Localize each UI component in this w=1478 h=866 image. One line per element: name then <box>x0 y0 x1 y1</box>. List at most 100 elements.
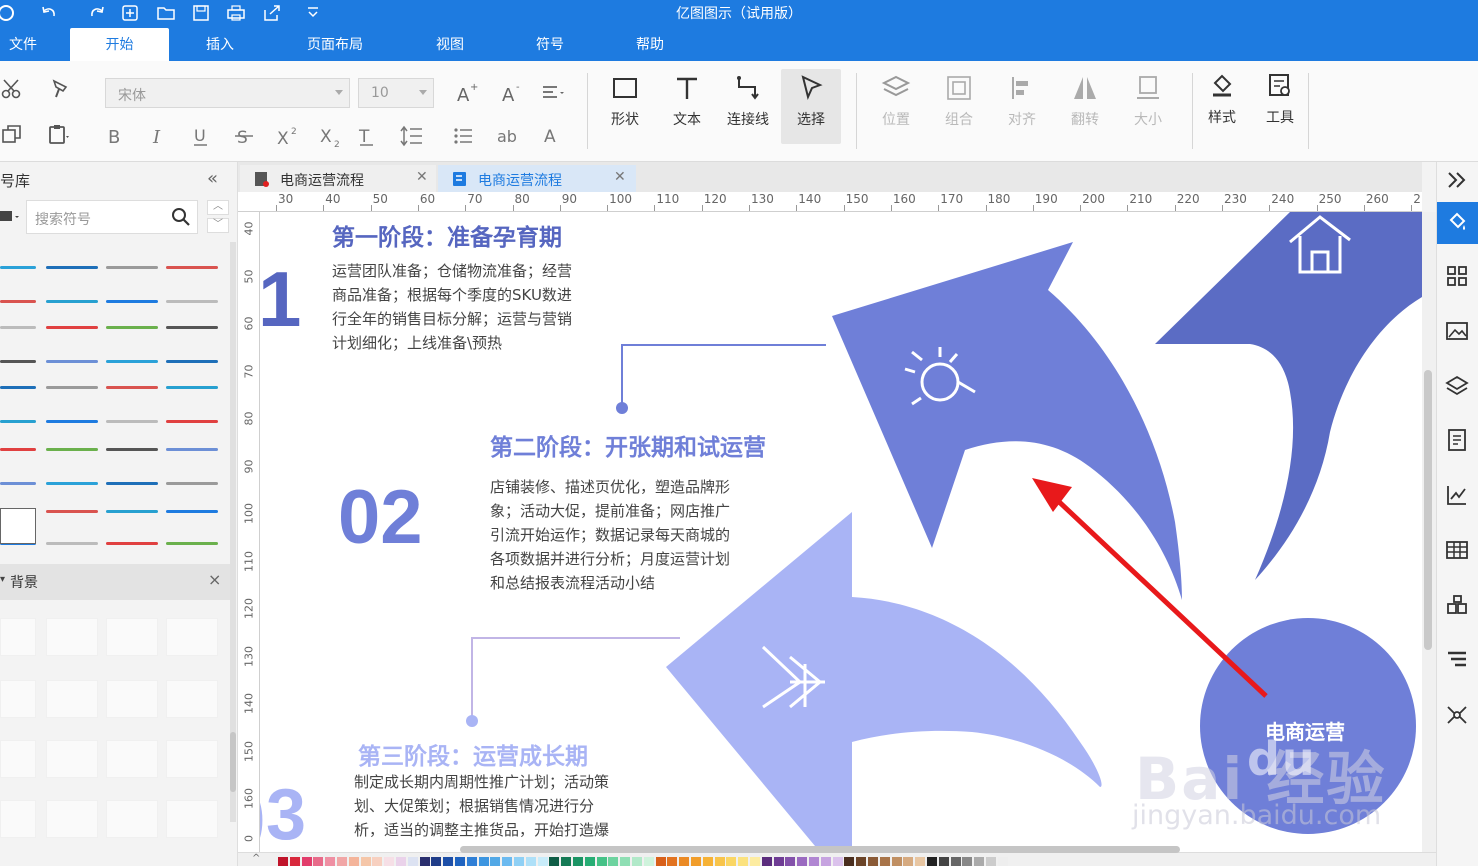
mindmap-icon[interactable] <box>1445 703 1471 729</box>
line-shape-thumbnail[interactable] <box>106 510 158 513</box>
color-swatch[interactable] <box>360 857 371 866</box>
line-shape-thumbnail[interactable] <box>106 326 158 329</box>
font-color-icon[interactable]: A <box>541 124 565 148</box>
background-thumbnail[interactable] <box>0 740 36 778</box>
color-swatch[interactable] <box>431 857 442 866</box>
color-swatch[interactable] <box>927 857 937 866</box>
line-shape-thumbnail[interactable] <box>166 448 218 451</box>
background-section-header[interactable]: ▾ 背景 × <box>0 564 230 600</box>
line-shape-thumbnail[interactable] <box>46 326 98 329</box>
color-swatch[interactable] <box>514 857 524 866</box>
font-family-select[interactable]: 宋体 <box>105 78 350 108</box>
text-tool-button[interactable]: 文本 <box>659 69 715 144</box>
line-shape-thumbnail[interactable] <box>46 510 98 513</box>
line-shape-thumbnail[interactable] <box>46 266 98 269</box>
color-swatch[interactable] <box>443 857 454 866</box>
line-shape-thumbnail[interactable] <box>106 482 158 485</box>
background-thumbnail[interactable] <box>46 680 98 718</box>
scroll-down-button[interactable]: ﹀ <box>207 218 229 233</box>
color-swatch[interactable] <box>655 857 666 866</box>
search-icon[interactable] <box>171 207 191 227</box>
line-shape-thumbnail[interactable] <box>106 386 158 389</box>
line-shape-thumbnail[interactable] <box>106 300 158 303</box>
menu-view[interactable]: 视图 <box>420 32 480 61</box>
line-shape-thumbnail[interactable] <box>166 386 218 389</box>
menu-file[interactable]: 文件 <box>0 32 46 61</box>
color-swatch[interactable] <box>537 857 548 866</box>
color-swatch[interactable] <box>608 857 619 866</box>
symbol-search-input[interactable]: 搜索符号 <box>26 200 198 234</box>
line-shape-thumbnail[interactable] <box>0 386 36 389</box>
menu-page-layout[interactable]: 页面布局 <box>290 32 380 61</box>
drawing-canvas[interactable]: 1 第一阶段：准备孕育期 运营团队准备；仓储物流准备；经营 商品准备；根据每个季… <box>260 212 1422 852</box>
connector-tool-button[interactable]: 连接线 <box>720 69 776 144</box>
color-swatch[interactable] <box>596 857 607 866</box>
color-swatch[interactable] <box>950 857 961 866</box>
text-case-icon[interactable]: T <box>357 124 381 148</box>
align-text-icon[interactable] <box>540 81 564 105</box>
menu-insert[interactable]: 插入 <box>190 32 250 61</box>
select-tool-button[interactable]: 选择 <box>781 69 841 144</box>
decrease-font-icon[interactable]: A- <box>500 81 524 106</box>
line-shape-thumbnail[interactable] <box>46 300 98 303</box>
color-swatch[interactable] <box>455 857 465 866</box>
menu-symbol[interactable]: 符号 <box>520 32 580 61</box>
align-button[interactable]: 对齐 <box>994 69 1050 144</box>
close-tab-icon[interactable]: ✕ <box>416 169 428 185</box>
color-swatch[interactable] <box>313 857 324 866</box>
color-swatch[interactable] <box>714 857 725 866</box>
color-swatch[interactable] <box>773 857 784 866</box>
color-swatch[interactable] <box>962 857 973 866</box>
color-swatch[interactable] <box>667 857 678 866</box>
collapse-panel-icon[interactable]: « <box>207 168 218 189</box>
line-shape-thumbnail[interactable] <box>0 266 36 269</box>
underline-icon[interactable]: U <box>189 124 213 148</box>
increase-font-icon[interactable]: A + <box>455 81 479 106</box>
library-menu-icon[interactable] <box>0 208 20 226</box>
background-thumbnail[interactable] <box>46 618 98 656</box>
color-swatch[interactable] <box>726 857 737 866</box>
library-scrollbar-thumb[interactable] <box>230 732 236 792</box>
color-swatch[interactable] <box>549 857 560 866</box>
color-swatch[interactable] <box>337 857 347 866</box>
color-swatch[interactable] <box>419 857 430 866</box>
color-swatch[interactable] <box>844 857 855 866</box>
line-shape-thumbnail[interactable] <box>106 420 158 423</box>
line-shape-thumbnail[interactable] <box>166 510 218 513</box>
text-format-icon[interactable]: ab <box>496 124 520 148</box>
background-thumbnail[interactable] <box>0 680 36 718</box>
strikethrough-icon[interactable]: S <box>232 124 256 148</box>
line-shape-thumbnail[interactable] <box>46 360 98 363</box>
canvas-horizontal-scrollbar-thumb[interactable] <box>460 846 1180 853</box>
layers-icon[interactable] <box>1445 374 1471 400</box>
shape-tool-button[interactable]: 形状 <box>597 69 653 144</box>
line-shape-thumbnail[interactable] <box>46 448 98 451</box>
position-button[interactable]: 位置 <box>868 69 924 144</box>
image-icon[interactable] <box>1445 319 1471 345</box>
document-tab-active[interactable]: 电商运营流程 ✕ <box>438 165 636 192</box>
line-shape-thumbnail[interactable] <box>0 448 36 451</box>
line-shape-thumbnail[interactable] <box>0 300 36 303</box>
line-shape-thumbnail[interactable] <box>0 326 36 329</box>
color-swatch[interactable] <box>938 857 949 866</box>
line-shape-thumbnail[interactable] <box>166 326 218 329</box>
line-shape-thumbnail[interactable] <box>0 420 36 423</box>
color-swatch[interactable] <box>584 857 595 866</box>
color-swatch[interactable] <box>643 857 654 866</box>
close-tab-icon[interactable]: ✕ <box>614 169 626 185</box>
line-shape-thumbnail[interactable] <box>0 360 36 363</box>
subscript-icon[interactable]: X2 <box>318 124 342 150</box>
line-spacing-icon[interactable] <box>400 124 424 148</box>
font-size-select[interactable]: 10 <box>358 78 434 108</box>
color-swatch[interactable] <box>384 857 395 866</box>
background-thumbnail[interactable] <box>166 800 218 838</box>
color-swatch[interactable] <box>278 857 288 866</box>
color-swatch[interactable] <box>325 857 336 866</box>
background-thumbnail[interactable] <box>106 800 158 838</box>
bullet-list-icon[interactable] <box>452 124 476 148</box>
table-icon[interactable] <box>1445 538 1471 564</box>
menu-home[interactable]: 开始 <box>70 28 169 61</box>
color-swatch[interactable] <box>372 857 383 866</box>
color-swatch[interactable] <box>997 857 1008 866</box>
line-shape-thumbnail[interactable] <box>106 360 158 363</box>
